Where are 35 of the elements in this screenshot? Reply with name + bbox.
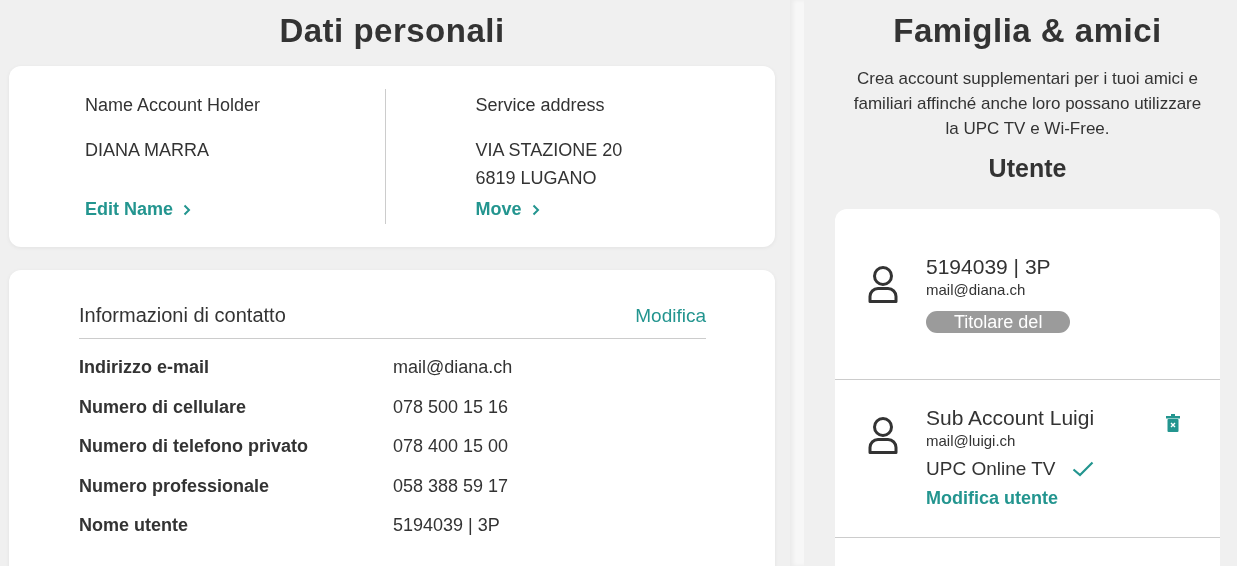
section-title: Famiglia & amici — [892, 12, 1163, 50]
user-name: Sub Account Luigi — [926, 406, 1096, 430]
user-name: 5194039 | 3P — [926, 255, 1052, 279]
user-email: mail@diana.ch — [926, 281, 1027, 298]
field-value: VIA STAZIONE 20 — [475, 139, 624, 162]
chevron-icon — [183, 203, 192, 216]
field-value: 6819 LUGANO — [475, 167, 598, 190]
field-label: Numero di cellulare — [79, 396, 248, 418]
user-icon — [866, 265, 900, 305]
edit-link[interactable]: Modifica — [635, 304, 706, 327]
field-label: Numero di telefono privato — [79, 436, 310, 458]
section-heading: Utente — [987, 154, 1068, 183]
field-value: 078 400 15 00 — [393, 436, 509, 458]
user-icon — [866, 416, 900, 456]
edit-user-link[interactable]: Modifica utente — [926, 488, 1058, 509]
role-badge: Titolare del — [926, 311, 1071, 333]
chevron-icon — [531, 203, 540, 216]
field-label: Nome utente — [79, 515, 189, 537]
field-value: 058 388 59 17 — [393, 475, 509, 497]
field-value: 078 500 15 16 — [393, 396, 509, 418]
section-title: Dati personali — [278, 12, 506, 50]
field-label: Indirizzo e-mail — [79, 357, 211, 379]
trash-icon[interactable] — [1166, 414, 1180, 432]
section-heading: Informazioni di contatto — [79, 304, 286, 327]
field-label: Name Account Holder — [85, 95, 262, 116]
field-value: mail@diana.ch — [393, 357, 513, 379]
field-value: 5194039 | 3P — [393, 515, 500, 537]
link[interactable]: Edit Name — [85, 199, 192, 220]
link[interactable]: Move — [475, 199, 540, 220]
description: Crea account supplementari per i tuoi amici e familiari affinché anche loro possano utilizzare la UPC TV e Wi-Free. — [852, 68, 1203, 140]
field-value: DIANA MARRA — [85, 139, 211, 162]
field-label: Service address — [475, 95, 606, 116]
service-name: UPC Online TV — [926, 458, 1056, 480]
field-label: Numero professionale — [79, 475, 271, 497]
user-email: mail@luigi.ch — [926, 432, 1017, 449]
